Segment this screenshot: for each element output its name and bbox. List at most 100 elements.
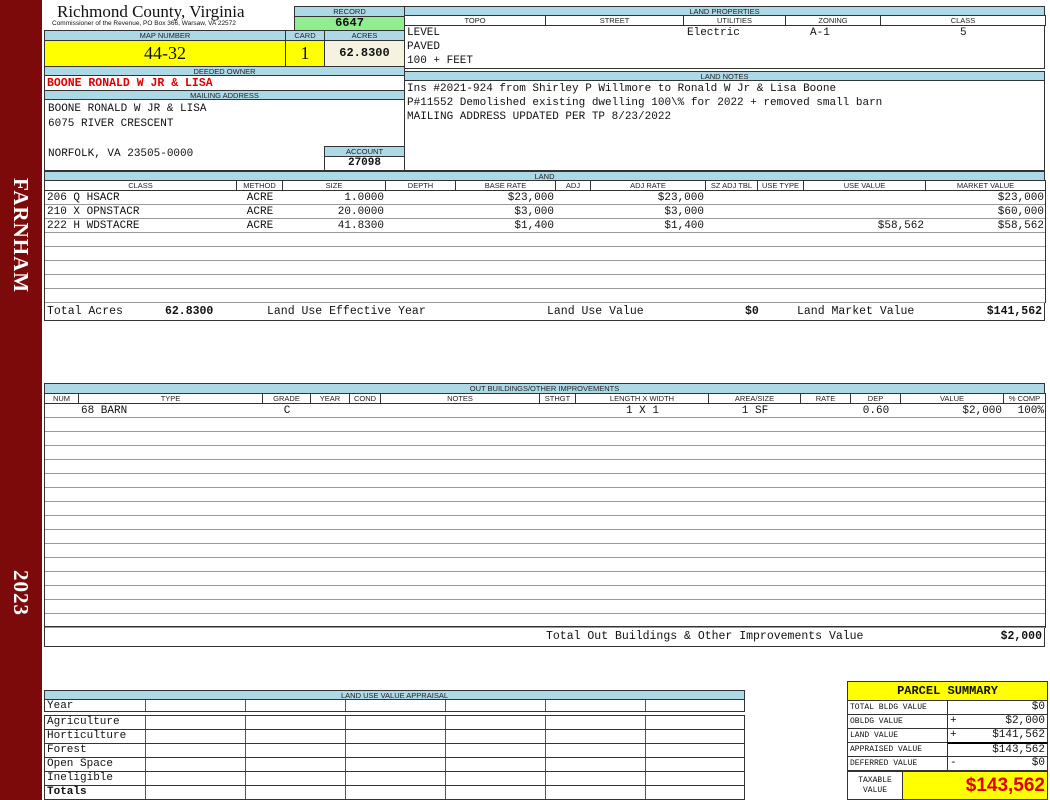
column-divider	[545, 730, 546, 743]
summary-value: $0	[1031, 757, 1045, 769]
summary-label: DEFERRED VALUE	[847, 756, 948, 771]
mailing-line	[48, 132, 404, 147]
summary-value-cell: $143,562	[947, 742, 1048, 757]
table-body: 206 Q HSACR ACRE 1.0000 $23,000 $23,000 $23,0…	[44, 190, 1046, 303]
column-divider	[545, 716, 546, 729]
value-cell: $2,000	[962, 405, 1002, 417]
adj-rate-cell: $3,000	[664, 206, 704, 218]
appraisal-row-label: Year	[47, 700, 74, 712]
column-divider	[445, 730, 446, 743]
column-divider	[345, 716, 346, 729]
table-row	[45, 614, 1045, 628]
account-value: 27098	[324, 156, 405, 171]
table-row: 68 BARN C 1 X 1 1 SF 0.60 $2,000 100%	[45, 404, 1045, 418]
column-divider	[345, 744, 346, 757]
table-row	[45, 530, 1045, 544]
land-note: P#11552 Demolished existing dwelling 100…	[407, 97, 883, 109]
parcel-summary-title: PARCEL SUMMARY	[847, 681, 1048, 701]
size-cell: 41.8300	[337, 220, 384, 232]
method-cell: ACRE	[246, 206, 274, 218]
zoning-value: A-1	[810, 27, 830, 39]
use-value-total: $0	[745, 305, 759, 318]
table-row	[45, 488, 1045, 502]
outbuildings-total-label: Total Out Buildings & Other Improvements…	[546, 630, 864, 643]
column-divider	[545, 700, 546, 711]
table-row	[45, 572, 1045, 586]
table-row	[45, 418, 1045, 432]
appraisal-row: Horticulture	[44, 729, 745, 744]
appraisal-row-label: Agriculture	[47, 716, 120, 728]
column-divider	[245, 786, 246, 799]
table-row	[45, 233, 1045, 247]
column-divider	[645, 716, 646, 729]
method-cell: ACRE	[246, 220, 274, 232]
summary-sign: -	[950, 757, 957, 769]
adj-rate-cell: $1,400	[664, 220, 704, 232]
sidebar: FARNHAM 2023	[0, 0, 42, 800]
appraisal-row-label: Totals	[47, 786, 87, 798]
size-cell: 20.0000	[337, 206, 384, 218]
comp-cell: 100%	[1017, 405, 1044, 417]
table-row	[45, 502, 1045, 516]
table-row	[45, 261, 1045, 275]
land-properties-column-header: TOPO	[404, 15, 546, 26]
column-divider	[245, 716, 246, 729]
table-row	[45, 247, 1045, 261]
outbuildings-total: Total Out Buildings & Other Improvements…	[44, 626, 1045, 647]
summary-value-cell: + $2,000	[947, 714, 1048, 729]
appraisal-row-label: Forest	[47, 744, 87, 756]
topo-value: LEVEL	[407, 27, 441, 39]
column-divider	[645, 744, 646, 757]
table-row	[45, 446, 1045, 460]
summary-label: APPRAISED VALUE	[847, 742, 948, 757]
column-divider	[445, 744, 446, 757]
table-body: 68 BARN C 1 X 1 1 SF 0.60 $2,000 100%	[44, 403, 1046, 628]
column-divider	[645, 772, 646, 785]
method-cell: ACRE	[246, 192, 274, 204]
column-divider	[245, 744, 246, 757]
column-divider	[245, 772, 246, 785]
land-properties-column-header: CLASS	[880, 15, 1046, 26]
summary-label: TOTAL BLDG VALUE	[847, 700, 948, 715]
page-subtitle: Commissioner of the Revenue, PO Box 366,…	[52, 20, 236, 27]
total-acres-value: 62.8300	[165, 305, 214, 318]
column-divider	[445, 758, 446, 771]
record-value: 6647	[294, 16, 405, 31]
base-rate-cell: $23,000	[507, 192, 554, 204]
taxable-value-label: TAXABLE VALUE	[847, 771, 903, 800]
summary-value: $2,000	[1005, 715, 1045, 727]
column-divider	[345, 730, 346, 743]
appraisal-row: Forest	[44, 743, 745, 758]
summary-value-cell: + $141,562	[947, 728, 1048, 743]
column-divider	[145, 744, 146, 757]
column-divider	[245, 700, 246, 711]
base-rate-cell: $3,000	[514, 206, 554, 218]
land-note: MAILING ADDRESS UPDATED PER TP 8/23/2022	[407, 111, 672, 123]
table-row: 222 H WDSTACRE ACRE 41.8300 $1,400 $1,400 $58…	[45, 219, 1045, 233]
column-divider	[545, 758, 546, 771]
table-row: 206 Q HSACR ACRE 1.0000 $23,000 $23,000 $23,0…	[45, 191, 1045, 205]
class-cell: 206 Q HSACR	[47, 192, 120, 204]
summary-label: OBLDG VALUE	[847, 714, 948, 729]
topo-value: PAVED	[407, 41, 441, 53]
class-cell: 210 X OPNSTACR	[47, 206, 140, 218]
column-divider	[445, 700, 446, 711]
length-width-cell: 1 X 1	[625, 405, 659, 417]
table-row	[45, 289, 1045, 303]
table-row	[45, 544, 1045, 558]
area-size-cell: 1 SF	[741, 405, 769, 417]
mailing-line: BOONE RONALD W JR & LISA	[48, 103, 207, 115]
market-value-cell: $60,000	[997, 206, 1044, 218]
summary-sign: +	[950, 729, 957, 741]
table-row: 210 X OPNSTACR ACRE 20.0000 $3,000 $3,000 $60…	[45, 205, 1045, 219]
land-notes: Ins #2021-924 from Shirley P Willmore to…	[404, 80, 1045, 171]
summary-sign: +	[950, 715, 957, 727]
column-divider	[345, 772, 346, 785]
table-row	[45, 460, 1045, 474]
map-number-value: 44-32	[44, 40, 286, 67]
land-properties-column-header: UTILITIES	[683, 15, 786, 26]
appraisal-row-label: Horticulture	[47, 730, 127, 742]
column-divider	[145, 716, 146, 729]
column-divider	[245, 758, 246, 771]
column-divider	[545, 786, 546, 799]
